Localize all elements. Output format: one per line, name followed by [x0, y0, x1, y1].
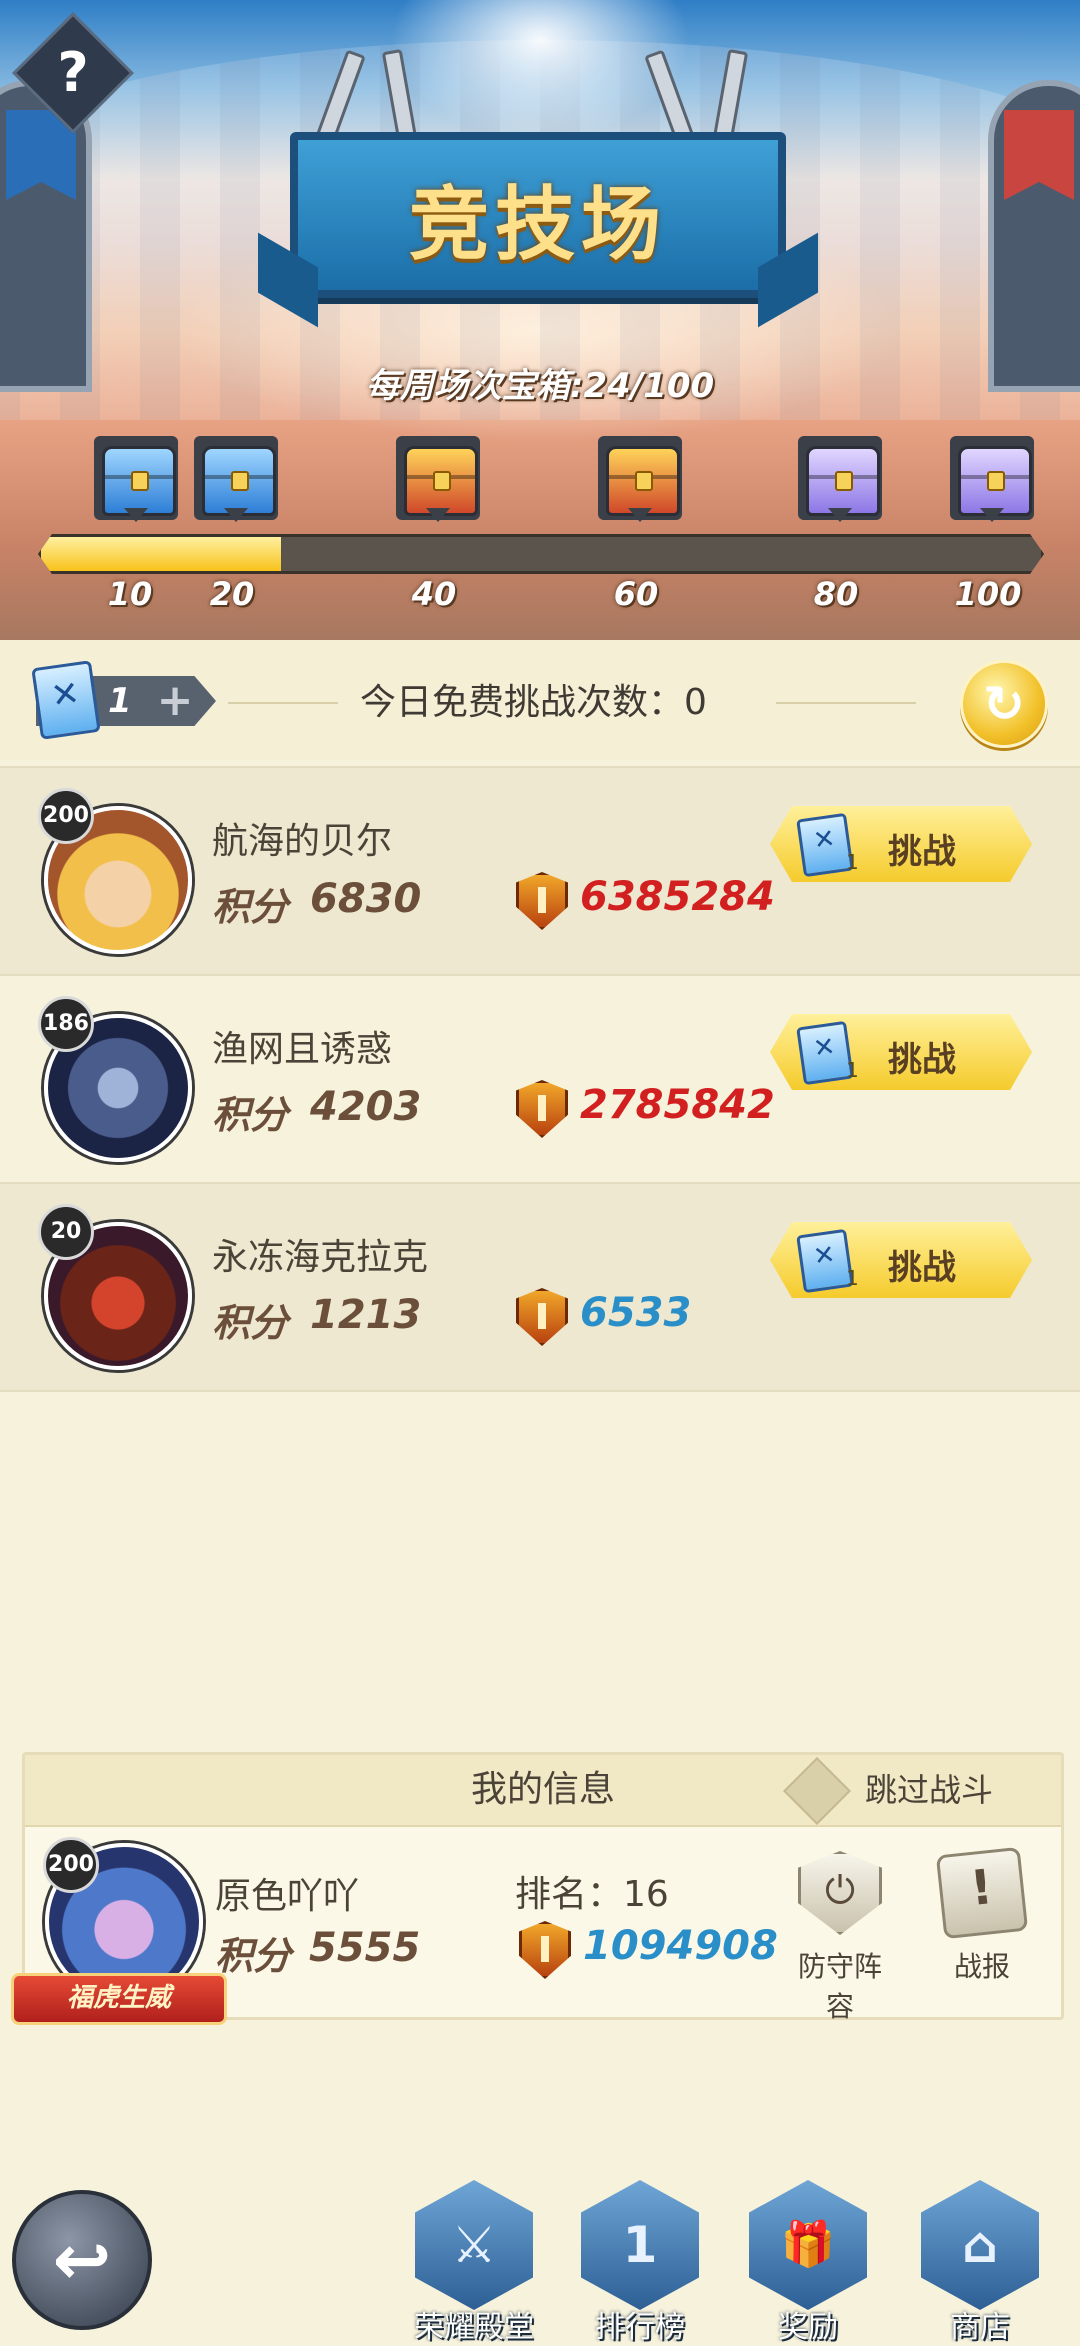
nav-rewards[interactable]: 奖励 [742, 2180, 874, 2345]
refresh-icon: ↻ [983, 675, 1025, 733]
score-value: 4203 [310, 1084, 422, 1130]
nav-shop[interactable]: 商店 [914, 2180, 1046, 2345]
nav-label: 荣耀殿堂 [414, 2310, 534, 2345]
challenge-label: 挑战 [888, 832, 956, 872]
opponent-row: 200 航海的贝尔 积分 6830 6385284 1 挑战 [0, 766, 1080, 976]
power-shield-icon [516, 872, 568, 930]
challenge-ticket-icon [31, 660, 101, 740]
power-value: 2785842 [580, 1082, 775, 1128]
page-title: 竞技场 [409, 178, 667, 271]
chest-icon [806, 446, 880, 516]
arena-header: ? 竞技场 每周场次宝箱:24/100 10 20 40 60 80 100 [0, 0, 1080, 640]
score-value: 1213 [310, 1292, 422, 1338]
power-shield-icon [519, 1921, 571, 1979]
title-banner: 竞技场 [290, 132, 786, 298]
power-value: 6385284 [580, 874, 775, 920]
level-badge: 200 [43, 1837, 99, 1893]
back-button[interactable]: ↩ [12, 2190, 152, 2330]
chest-10[interactable] [94, 436, 178, 522]
my-name: 原色吖吖 [215, 1876, 360, 1917]
nav-label: 奖励 [778, 2310, 838, 2345]
chest-icon [958, 446, 1032, 516]
level-badge: 186 [38, 996, 94, 1052]
my-info-panel: 我的信息 跳过战斗 200 福虎生威 原色吖吖 排名：16 积分 5555 10… [11, 1752, 1064, 2025]
chest-20[interactable] [194, 436, 278, 522]
chest-icon [102, 446, 176, 516]
weekly-chest-progress-text: 每周场次宝箱:24/100 [365, 366, 715, 406]
weekly-progress-bar [38, 534, 1044, 574]
score-label: 积分 [212, 885, 289, 929]
ticket-cost: 1 [846, 1058, 859, 1082]
shop-icon [921, 2180, 1039, 2310]
refresh-opponents-button[interactable]: ↻ [960, 660, 1048, 748]
tick-label: 20 [209, 575, 255, 613]
tick-label: 60 [613, 575, 659, 613]
leaderboard-icon [581, 2180, 699, 2310]
opponent-row: 186 渔网且诱惑 积分 4203 2785842 1 挑战 [0, 974, 1080, 1184]
score-value: 6830 [310, 876, 422, 922]
my-info-header: 我的信息 跳过战斗 [25, 1755, 1061, 1827]
score-label: 积分 [212, 1093, 289, 1137]
free-challenges-text: 今日免费挑战次数：0 [360, 682, 707, 723]
ticket-cost: 1 [846, 1266, 859, 1290]
tick-label: 10 [107, 575, 153, 613]
tick-label: 100 [954, 575, 1022, 613]
power-shield-icon [516, 1288, 568, 1346]
divider [228, 702, 338, 704]
ticket-cost: 1 [846, 850, 859, 874]
chest-40[interactable] [396, 436, 480, 522]
nav-leaderboard[interactable]: 排行榜 [574, 2180, 706, 2345]
skip-battle-label[interactable]: 跳过战斗 [865, 1755, 993, 1825]
chest-60[interactable] [598, 436, 682, 522]
power-shield-icon [516, 1080, 568, 1138]
challenge-button[interactable]: 1 挑战 [770, 1014, 1032, 1090]
opponent-name: 航海的贝尔 [212, 821, 393, 862]
gift-icon [749, 2180, 867, 2310]
opponent-name: 永冻海克拉克 [212, 1237, 429, 1278]
power-value: 6533 [580, 1290, 692, 1336]
nav-label: 商店 [950, 2310, 1010, 2345]
divider [776, 702, 916, 704]
help-icon: ? [57, 41, 89, 104]
my-rank: 排名：16 [515, 1874, 669, 1915]
battle-report-icon [935, 1846, 1029, 1940]
chest-icon [202, 446, 276, 516]
tick-label: 40 [411, 575, 457, 613]
challenge-label: 挑战 [888, 1248, 956, 1288]
challenge-count-row: 1 + 今日免费挑战次数：0 ↻ [0, 640, 1080, 760]
report-label: 战报 [953, 1950, 1010, 1983]
score-label: 积分 [212, 1301, 289, 1345]
defense-label: 防守阵容 [797, 1950, 882, 2023]
level-badge: 20 [38, 1204, 94, 1260]
sunlight [390, 0, 690, 140]
ticket-count: 1 [108, 681, 132, 721]
back-arrow-icon: ↩ [52, 2219, 112, 2301]
challenge-label: 挑战 [888, 1040, 956, 1080]
chest-icon [606, 446, 680, 516]
progress-fill [41, 537, 281, 571]
defense-lineup-button[interactable]: 防守阵容 [785, 1851, 895, 2025]
nav-hall-of-honor[interactable]: 荣耀殿堂 [408, 2180, 540, 2345]
opponent-row: 20 永冻海克拉克 积分 1213 6533 1 挑战 [0, 1182, 1080, 1392]
opponent-name: 渔网且诱惑 [212, 1029, 393, 1070]
challenge-button[interactable]: 1 挑战 [770, 806, 1032, 882]
chest-100[interactable] [950, 436, 1034, 522]
chest-80[interactable] [798, 436, 882, 522]
hall-of-honor-icon [415, 2180, 533, 2310]
score-value: 5555 [309, 1925, 421, 1971]
chest-icon [404, 446, 478, 516]
level-badge: 200 [38, 788, 94, 844]
defense-shield-icon [798, 1851, 882, 1935]
score-label: 积分 [215, 1934, 292, 1978]
title-badge: 福虎生威 [11, 1973, 227, 2025]
battle-report-button[interactable]: 战报 [927, 1846, 1037, 1985]
nav-label: 排行榜 [595, 2310, 685, 2345]
tick-label: 80 [813, 575, 859, 613]
challenge-button[interactable]: 1 挑战 [770, 1222, 1032, 1298]
power-value: 1094908 [583, 1923, 778, 1969]
add-ticket-button[interactable]: + [152, 676, 198, 726]
